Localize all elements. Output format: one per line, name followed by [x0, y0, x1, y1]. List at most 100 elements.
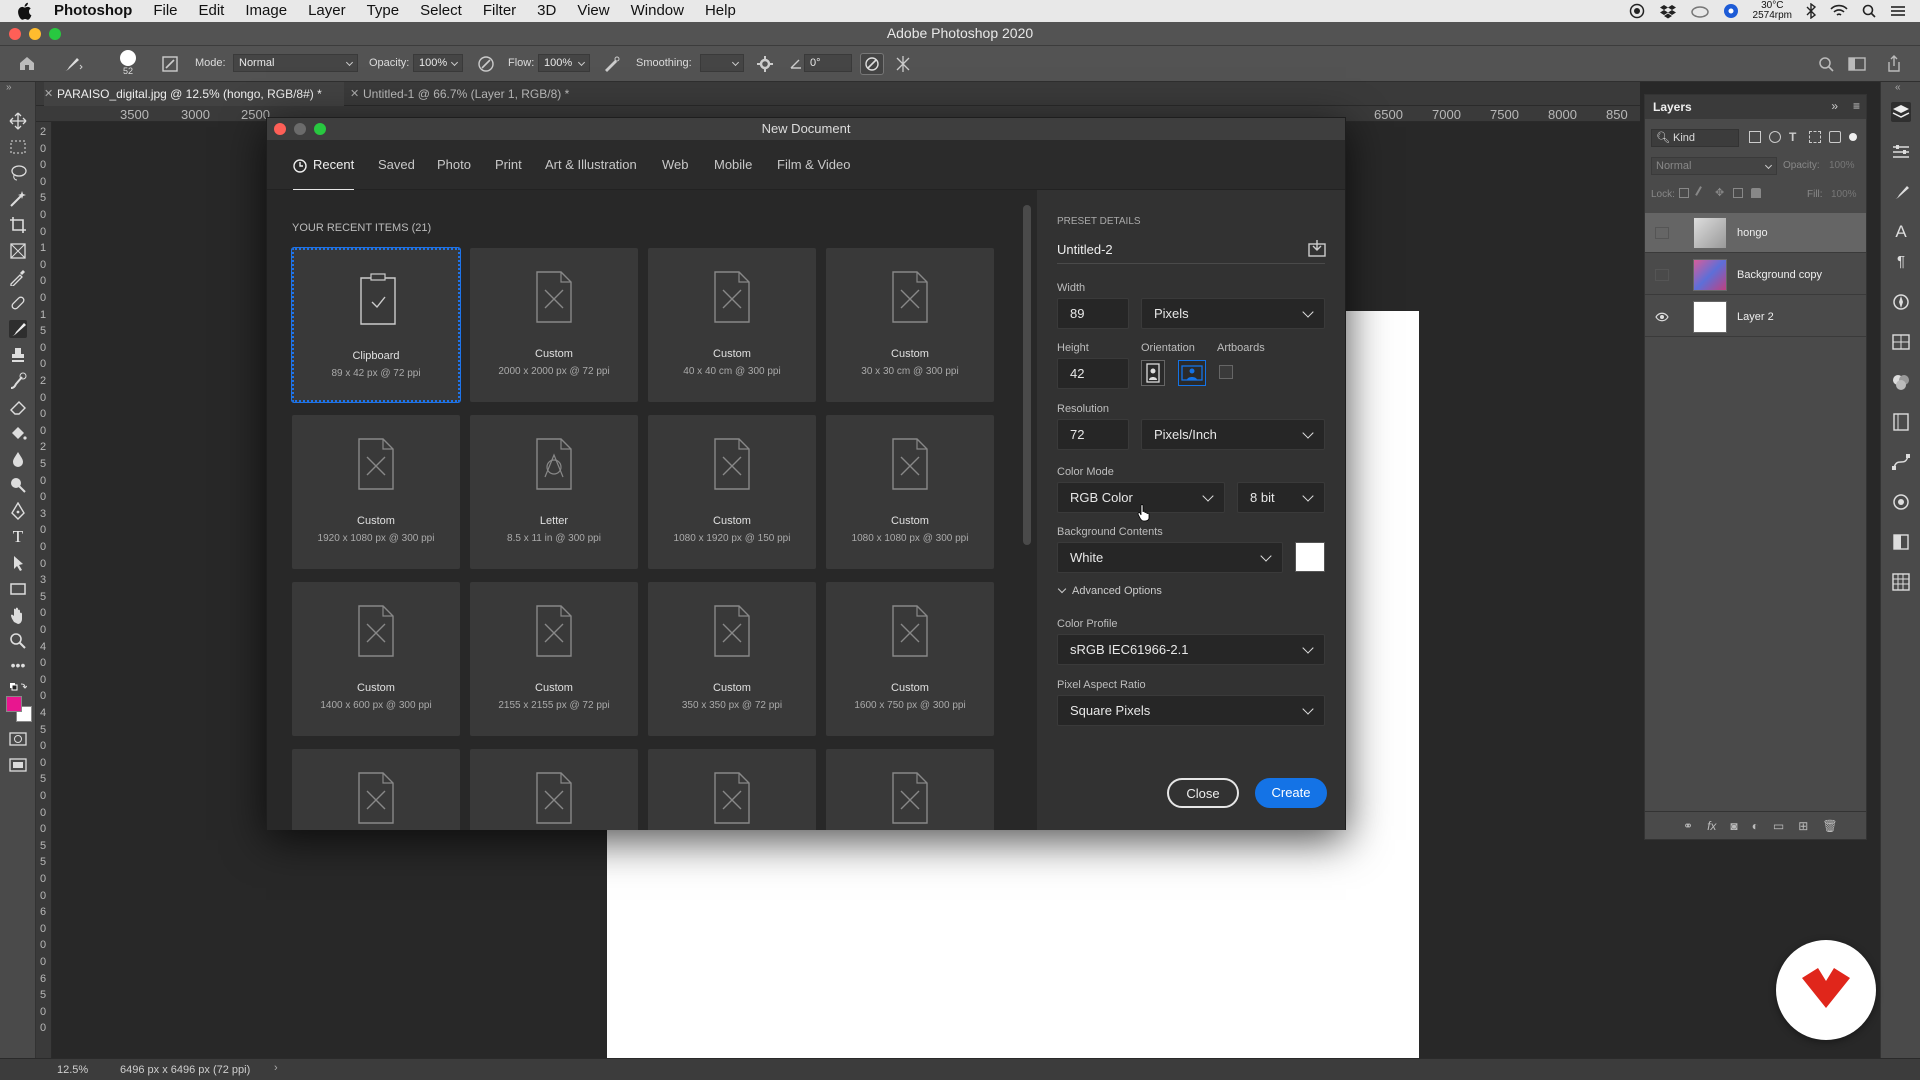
- zoom-level[interactable]: 12.5%: [57, 1064, 88, 1076]
- control-center-icon[interactable]: [1890, 4, 1906, 18]
- preset-card[interactable]: Custom 350 x 350 px @ 72 ppi: [648, 582, 816, 736]
- angle-input[interactable]: 0°: [804, 54, 852, 72]
- dropbox-icon[interactable]: [1659, 3, 1677, 19]
- apple-icon[interactable]: [18, 2, 34, 20]
- quick-mask-icon[interactable]: [9, 732, 27, 750]
- crop-tool-icon[interactable]: [9, 216, 27, 234]
- width-unit-select[interactable]: Pixels: [1141, 298, 1325, 329]
- brush-tool-icon[interactable]: [62, 55, 84, 73]
- mode-select[interactable]: Normal: [233, 54, 358, 72]
- tab-mobile[interactable]: Mobile: [714, 140, 752, 190]
- spotlight-icon[interactable]: [1862, 4, 1876, 18]
- symmetry-icon[interactable]: [894, 55, 912, 73]
- tab-photo[interactable]: Photo: [437, 140, 471, 190]
- path-selection-tool-icon[interactable]: [9, 554, 27, 572]
- airbrush-icon[interactable]: [602, 55, 620, 73]
- adjustment-layer-icon[interactable]: ◐: [1752, 819, 1759, 833]
- blend-mode-select[interactable]: Normal: [1651, 157, 1777, 175]
- blur-tool-icon[interactable]: [9, 450, 27, 468]
- search-icon[interactable]: [1818, 56, 1834, 72]
- healing-brush-tool-icon[interactable]: [9, 294, 27, 312]
- layer-visibility-off[interactable]: [1655, 269, 1669, 281]
- hand-tool-icon[interactable]: [9, 606, 27, 624]
- filter-adjustment-icon[interactable]: [1769, 131, 1781, 143]
- link-layers-icon[interactable]: ⚭: [1683, 819, 1693, 833]
- artboards-checkbox[interactable]: [1219, 365, 1233, 379]
- type-tool-icon[interactable]: T: [9, 528, 27, 546]
- eraser-tool-icon[interactable]: [9, 398, 27, 416]
- eyedropper-tool-icon[interactable]: [9, 268, 27, 286]
- gradients-panel-icon[interactable]: [1891, 532, 1911, 552]
- layer-row-background-copy[interactable]: Background copy: [1645, 255, 1866, 295]
- menu-view[interactable]: View: [577, 0, 609, 22]
- pixel-aspect-ratio-select[interactable]: Square Pixels: [1057, 695, 1325, 726]
- layer-opacity-value[interactable]: 100%: [1829, 160, 1855, 171]
- dialog-zoom-dot[interactable]: [314, 123, 326, 135]
- eye-icon[interactable]: [1655, 311, 1669, 323]
- clone-stamp-tool-icon[interactable]: [9, 346, 27, 364]
- background-color-swatch[interactable]: [1295, 542, 1325, 572]
- doc-tab-untitled[interactable]: ✕ Untitled-1 @ 66.7% (Layer 1, RGB/8) *: [350, 82, 610, 106]
- preset-card[interactable]: Custom 1600 x 750 px @ 300 ppi: [826, 582, 994, 736]
- close-tab-icon[interactable]: ✕: [350, 82, 359, 106]
- pen-tool-icon[interactable]: [9, 502, 27, 520]
- preset-card[interactable]: Custom 1080 x 1920 px @ 150 ppi: [648, 415, 816, 569]
- menu-filter[interactable]: Filter: [483, 0, 516, 22]
- menu-window[interactable]: Window: [631, 0, 684, 22]
- opacity-input[interactable]: 100%: [413, 54, 463, 72]
- menu-app[interactable]: Photoshop: [54, 0, 132, 22]
- screen-mode-icon[interactable]: [9, 758, 27, 776]
- panel-collapse-icon[interactable]: »: [1831, 99, 1838, 113]
- paragraph-panel-icon[interactable]: ¶: [1891, 252, 1911, 272]
- toolbar-collapse-icon[interactable]: »: [6, 82, 12, 93]
- filter-shape-icon[interactable]: [1809, 131, 1821, 143]
- landscape-orientation-button[interactable]: [1178, 360, 1206, 386]
- bit-depth-select[interactable]: 8 bit: [1237, 482, 1325, 513]
- layer-row-hongo[interactable]: hongo: [1645, 213, 1866, 253]
- fx-icon[interactable]: fx: [1707, 819, 1716, 833]
- workspace-icon[interactable]: [1848, 56, 1866, 72]
- cloud-icon[interactable]: [1690, 4, 1709, 18]
- preset-card[interactable]: Custom 40 x 40 cm @ 300 ppi: [648, 248, 816, 402]
- portrait-orientation-button[interactable]: [1141, 360, 1165, 386]
- filter-smart-object-icon[interactable]: [1829, 131, 1841, 143]
- history-brush-tool-icon[interactable]: [9, 372, 27, 390]
- preset-card-partial[interactable]: [826, 749, 994, 830]
- channels-panel-icon[interactable]: [1891, 492, 1911, 512]
- dialog-close-dot[interactable]: [274, 123, 286, 135]
- menu-file[interactable]: File: [153, 0, 177, 22]
- paint-bucket-tool-icon[interactable]: [9, 424, 27, 442]
- smoothing-settings-gear-icon[interactable]: [756, 55, 774, 73]
- rectangle-tool-icon[interactable]: [9, 580, 27, 598]
- character-panel-icon[interactable]: A: [1891, 222, 1911, 242]
- paths-panel-icon[interactable]: [1891, 452, 1911, 472]
- record-icon[interactable]: [1629, 3, 1645, 19]
- recent-scrollbar[interactable]: [1023, 205, 1031, 545]
- preset-card-partial[interactable]: [292, 749, 460, 830]
- more-tools-icon[interactable]: •••: [9, 658, 27, 676]
- preset-card-partial[interactable]: [648, 749, 816, 830]
- filter-type-icon[interactable]: T: [1789, 131, 1801, 143]
- tab-art-illustration[interactable]: Art & Illustration: [545, 140, 637, 190]
- preset-card-partial[interactable]: [470, 749, 638, 830]
- window-minimize-button[interactable]: [29, 28, 41, 40]
- preset-card[interactable]: Custom 1400 x 600 px @ 300 ppi: [292, 582, 460, 736]
- lock-transparent-icon[interactable]: [1679, 188, 1689, 198]
- adjustments-panel-icon[interactable]: [1891, 142, 1911, 162]
- wifi-icon[interactable]: [1830, 4, 1848, 18]
- menu-select[interactable]: Select: [420, 0, 462, 22]
- magic-wand-tool-icon[interactable]: [9, 190, 27, 208]
- navigator-panel-icon[interactable]: [1891, 292, 1911, 312]
- tab-saved[interactable]: Saved: [378, 140, 415, 190]
- preset-name-input[interactable]: Untitled-2: [1057, 236, 1325, 264]
- preset-card[interactable]: Custom 1920 x 1080 px @ 300 ppi: [292, 415, 460, 569]
- fan-icon[interactable]: [1723, 3, 1739, 19]
- menu-type[interactable]: Type: [367, 0, 400, 22]
- status-chevron-icon[interactable]: ›: [274, 1062, 278, 1074]
- smoothing-input[interactable]: [700, 54, 744, 72]
- new-layer-icon[interactable]: ⊞: [1798, 819, 1808, 833]
- brush-settings-icon[interactable]: [162, 56, 178, 72]
- tab-web[interactable]: Web: [662, 140, 689, 190]
- brush-preset-picker[interactable]: 52: [114, 50, 142, 76]
- resolution-input[interactable]: 72: [1057, 419, 1129, 450]
